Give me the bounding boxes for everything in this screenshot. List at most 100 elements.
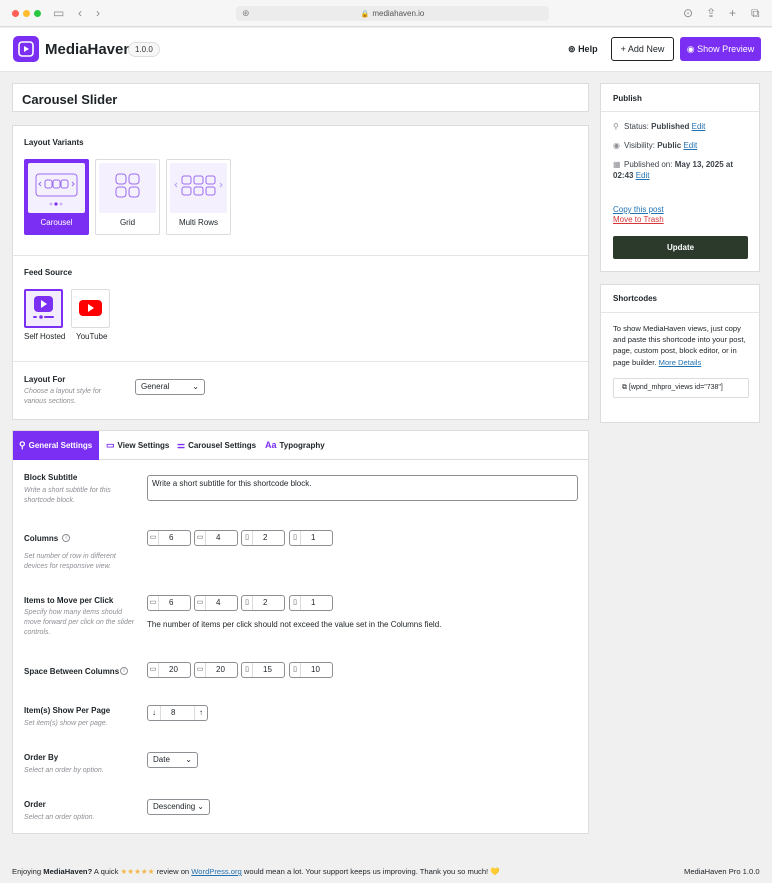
update-button[interactable]: Update — [613, 236, 748, 259]
add-new-button[interactable]: + Add New — [611, 37, 674, 61]
source-youtube[interactable] — [71, 289, 110, 328]
close-window-button[interactable] — [12, 10, 19, 17]
columns-desktop-input[interactable]: ▭ 6 — [147, 530, 191, 546]
settings-card: ⚲ General Settings ▭ View Settings ⚌ Carous… — [12, 430, 589, 834]
shortcode-copy-field[interactable]: ⧉ [wpnd_mhpro_views id="738"] — [613, 378, 749, 398]
help-link[interactable]: ⊚ Help — [568, 44, 598, 55]
zoom-window-button[interactable] — [34, 10, 41, 17]
wrench-icon: ⚲ — [19, 440, 26, 450]
layout-variants-label: Layout Variants — [24, 138, 84, 147]
layout-card: Layout Variants Carousel Grid Multi Rows… — [12, 125, 589, 420]
decrement-arrow-icon[interactable]: ↓ — [148, 706, 161, 720]
tablet-icon: ▯ — [242, 663, 253, 677]
space-desktop-input[interactable]: ▭ 20 — [147, 662, 191, 678]
per-click-desktop-input[interactable]: ▭ 6 — [147, 595, 191, 611]
tab-view-settings[interactable]: ▭ View Settings — [100, 431, 170, 460]
address-bar[interactable]: ⊕ 🔒 mediahaven.io — [236, 6, 549, 21]
publish-box: Publish ⚲ Status: Published Edit ◉ Visibil… — [600, 83, 760, 272]
columns-desktop-value: 6 — [169, 533, 174, 542]
footer-review: review on — [154, 867, 192, 876]
columns-description: Set number of row in different devices f… — [24, 553, 116, 570]
sidebar-toggle-icon[interactable]: ▭ — [53, 6, 64, 20]
order-by-value: Date — [153, 755, 170, 764]
block-subtitle-input[interactable]: Write a short subtitle for this shortcod… — [147, 475, 578, 501]
show-preview-label: Show Preview — [697, 44, 755, 54]
shortcode-value: [wpnd_mhpro_views id="738"] — [628, 384, 723, 391]
footer-suffix: would mean a lot. Your support keeps us … — [241, 867, 500, 876]
edit-date-link[interactable]: Edit — [636, 171, 650, 180]
per-click-tablet-input[interactable]: ▯ 2 — [241, 595, 285, 611]
move-to-trash-link[interactable]: Move to Trash — [613, 215, 664, 224]
items-per-page-stepper[interactable]: ↓ 8 ↑ — [147, 705, 208, 721]
browser-toolbar: ▭ ‹ › ⊕ 🔒 mediahaven.io ⊙ ⇪ + ⧉ — [0, 0, 772, 27]
visibility-value: Public — [657, 141, 682, 150]
layout-for-select[interactable]: General ⌄ — [135, 379, 205, 395]
edit-status-link[interactable]: Edit — [692, 122, 706, 131]
download-icon[interactable]: ⊙ — [683, 6, 693, 20]
more-details-link[interactable]: More Details — [659, 358, 702, 367]
show-preview-button[interactable]: ◉ Show Preview — [680, 37, 761, 61]
increment-arrow-icon[interactable]: ↑ — [194, 706, 207, 720]
columns-label: Columns — [24, 534, 59, 543]
per-click-laptop-input[interactable]: ▭ 4 — [194, 595, 238, 611]
title-card: Carousel Slider — [12, 83, 589, 112]
wordpress-org-link[interactable]: WordPress.org — [191, 867, 242, 876]
shortcodes-box: Shortcodes To show MediaHaven views, jus… — [600, 284, 760, 423]
help-label: Help — [578, 44, 598, 54]
tab-general-settings[interactable]: ⚲ General Settings — [13, 431, 99, 460]
carousel-thumb-icon — [28, 163, 85, 213]
tablet-icon: ▯ — [242, 596, 253, 610]
new-tab-icon[interactable]: + — [729, 6, 736, 20]
visibility-row: ◉ Visibility: Public Edit — [613, 140, 753, 151]
font-icon: Aa — [265, 440, 277, 450]
space-desktop-value: 20 — [169, 665, 178, 674]
tab-label: Carousel Settings — [188, 441, 257, 450]
columns-tablet-input[interactable]: ▯ 2 — [241, 530, 285, 546]
help-icon: ⊚ — [568, 44, 576, 54]
variant-grid[interactable]: Grid — [95, 159, 160, 235]
back-arrow-icon[interactable]: ‹ — [78, 6, 82, 20]
copy-post-link[interactable]: Copy this post — [613, 205, 664, 214]
youtube-icon — [79, 300, 102, 316]
tab-carousel-settings[interactable]: ⚌ Carousel Settings — [171, 431, 258, 460]
variant-carousel[interactable]: Carousel — [24, 159, 89, 235]
brand-name: MediaHaven — [45, 41, 133, 58]
order-select[interactable]: Descending ⌄ — [147, 799, 210, 815]
layout-for-value: General — [141, 382, 170, 391]
space-tablet-input[interactable]: ▯ 15 — [241, 662, 285, 678]
tab-typography[interactable]: Aa Typography — [259, 431, 335, 460]
desktop-icon: ▭ — [148, 531, 159, 545]
mediahaven-logo-icon — [13, 36, 39, 62]
block-subtitle-description: Write a short subtitle for this shortcod… — [24, 487, 111, 504]
edit-visibility-link[interactable]: Edit — [683, 141, 697, 150]
info-icon[interactable]: i — [62, 534, 70, 542]
order-label: Order — [24, 800, 46, 809]
variant-multi-rows[interactable]: Multi Rows — [166, 159, 231, 235]
tab-overview-icon[interactable]: ⧉ — [751, 6, 760, 20]
per-click-mobile-input[interactable]: ▯ 1 — [289, 595, 333, 611]
order-by-select[interactable]: Date ⌄ — [147, 752, 198, 768]
columns-mobile-input[interactable]: ▯ 1 — [289, 530, 333, 546]
space-between-label: Space Between Columns — [24, 667, 120, 676]
mobile-icon: ▯ — [290, 596, 301, 610]
info-icon[interactable]: i — [120, 667, 128, 675]
tab-label: General Settings — [28, 441, 93, 450]
columns-laptop-input[interactable]: ▭ 4 — [194, 530, 238, 546]
columns-laptop-value: 4 — [216, 533, 221, 542]
forward-arrow-icon[interactable]: › — [96, 6, 100, 20]
published-label: Published on: — [624, 160, 673, 169]
minimize-window-button[interactable] — [23, 10, 30, 17]
chevron-down-icon: ⌄ — [192, 382, 199, 391]
calendar-icon: ▦ — [613, 160, 621, 169]
laptop-icon: ▭ — [195, 531, 206, 545]
variant-label: Carousel — [40, 218, 73, 227]
source-self-hosted[interactable] — [24, 289, 63, 328]
page-title[interactable]: Carousel Slider — [22, 92, 117, 107]
space-mobile-input[interactable]: ▯ 10 — [289, 662, 333, 678]
block-subtitle-label: Block Subtitle — [24, 473, 78, 482]
share-icon[interactable]: ⇪ — [706, 6, 716, 20]
variant-label: Grid — [119, 218, 136, 227]
sliders-icon: ⚌ — [177, 440, 186, 450]
space-laptop-input[interactable]: ▭ 20 — [194, 662, 238, 678]
columns-tablet-value: 2 — [263, 533, 268, 542]
